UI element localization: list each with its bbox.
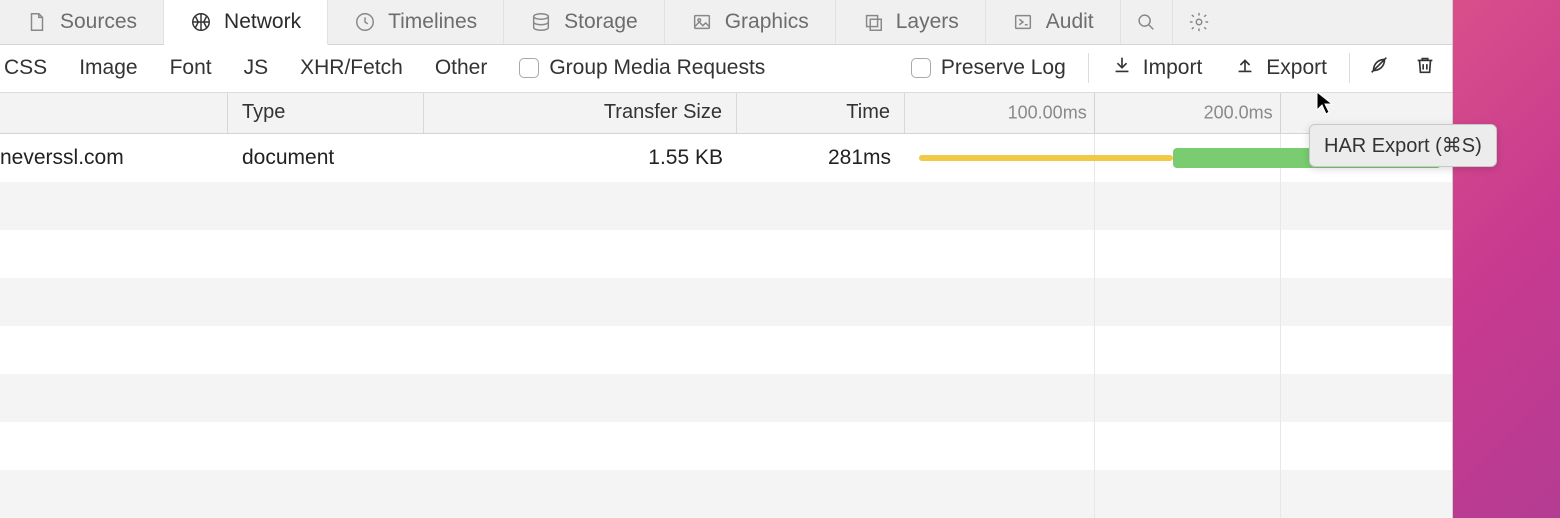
database-icon: [530, 11, 552, 33]
filter-xhr[interactable]: XHR/Fetch: [284, 56, 419, 80]
tab-sources[interactable]: Sources: [0, 0, 164, 44]
cell-time: 281ms: [737, 134, 905, 182]
timeline-tick: 100.00ms: [1094, 93, 1095, 133]
desktop-background: [1453, 0, 1560, 518]
tab-layers[interactable]: Layers: [836, 0, 986, 44]
checkbox-box: [911, 58, 931, 78]
layers-icon: [862, 11, 884, 33]
group-media-checkbox[interactable]: Group Media Requests: [503, 56, 781, 80]
separator: [1088, 53, 1089, 83]
button-label: Import: [1143, 56, 1203, 80]
table-row: [0, 326, 1452, 374]
clear-filters-button[interactable]: [1356, 48, 1402, 88]
col-type[interactable]: Type: [228, 93, 424, 133]
waterfall-wait-bar: [919, 155, 1173, 161]
col-transfer-size[interactable]: Transfer Size: [424, 93, 737, 133]
download-icon: [1111, 54, 1133, 82]
filter-other[interactable]: Other: [419, 56, 504, 80]
cell-type: document: [228, 134, 424, 182]
export-button[interactable]: Export: [1218, 54, 1343, 82]
filter-js[interactable]: JS: [228, 56, 285, 80]
table-row: [0, 278, 1452, 326]
tab-label: Storage: [564, 10, 638, 34]
tab-label: Sources: [60, 10, 137, 34]
button-label: Export: [1266, 56, 1327, 80]
import-button[interactable]: Import: [1095, 54, 1219, 82]
table-row: [0, 422, 1452, 470]
tab-audit[interactable]: Audit: [986, 0, 1121, 44]
col-name[interactable]: [0, 93, 228, 133]
image-icon: [691, 11, 713, 33]
tab-label: Layers: [896, 10, 959, 34]
filter-bar: CSS Image Font JS XHR/Fetch Other Group …: [0, 45, 1452, 93]
cell-name: neverssl.com: [0, 134, 228, 182]
network-icon: [190, 11, 212, 33]
table-body: neverssl.com document 1.55 KB 281ms: [0, 134, 1452, 518]
filter-image[interactable]: Image: [63, 56, 153, 80]
tab-graphics[interactable]: Graphics: [665, 0, 836, 44]
tab-label: Network: [224, 10, 301, 34]
tab-label: Audit: [1046, 10, 1094, 34]
gear-icon: [1188, 11, 1210, 33]
table-row: [0, 374, 1452, 422]
table-row: [0, 470, 1452, 518]
timeline-tick: 200.0ms: [1280, 93, 1281, 133]
filter-font[interactable]: Font: [154, 56, 228, 80]
file-icon: [26, 11, 48, 33]
table-row: [0, 182, 1452, 230]
search-button[interactable]: [1121, 0, 1173, 44]
table-header: Type Transfer Size Time 100.00ms 200.0ms: [0, 93, 1452, 134]
clock-icon: [354, 11, 376, 33]
leaf-slash-icon: [1368, 54, 1390, 82]
separator: [1349, 53, 1350, 83]
table-row[interactable]: neverssl.com document 1.55 KB 281ms: [0, 134, 1452, 182]
cell-size: 1.55 KB: [424, 134, 737, 182]
export-tooltip: HAR Export (⌘S): [1309, 124, 1497, 167]
tab-label: Graphics: [725, 10, 809, 34]
checkbox-label: Group Media Requests: [549, 56, 765, 80]
filter-css[interactable]: CSS: [4, 56, 63, 80]
col-time[interactable]: Time: [737, 93, 905, 133]
upload-icon: [1234, 54, 1256, 82]
preserve-log-checkbox[interactable]: Preserve Log: [895, 56, 1082, 80]
clear-button[interactable]: [1402, 48, 1448, 88]
tab-strip: Sources Network Timelines Storage Graphi…: [0, 0, 1452, 45]
table-row: [0, 230, 1452, 278]
tab-label: Timelines: [388, 10, 477, 34]
checkbox-box: [519, 58, 539, 78]
devtools-panel: Sources Network Timelines Storage Graphi…: [0, 0, 1453, 518]
tab-timelines[interactable]: Timelines: [328, 0, 504, 44]
trash-icon: [1414, 54, 1436, 82]
tab-network[interactable]: Network: [164, 0, 328, 45]
settings-button[interactable]: [1173, 0, 1225, 44]
checkbox-label: Preserve Log: [941, 56, 1066, 80]
tab-storage[interactable]: Storage: [504, 0, 665, 44]
audit-icon: [1012, 11, 1034, 33]
search-icon: [1135, 11, 1157, 33]
